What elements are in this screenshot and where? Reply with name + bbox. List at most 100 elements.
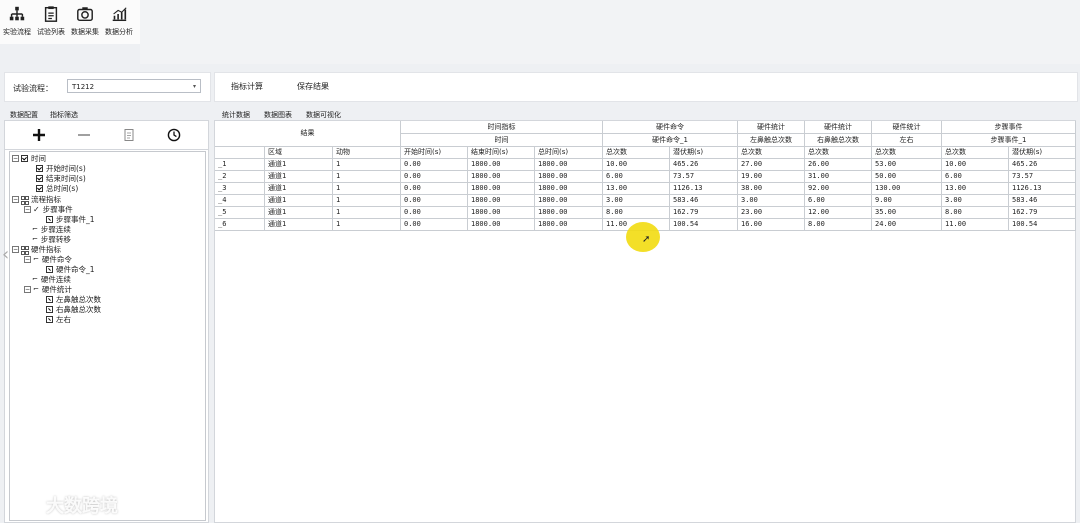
collapse-icon[interactable]: − bbox=[12, 245, 19, 253]
checkbox-icon[interactable] bbox=[36, 164, 43, 172]
table-cell: 6.00 bbox=[603, 171, 670, 183]
table-cell: 10.00 bbox=[942, 159, 1009, 171]
table-header-cell: 时间指标 bbox=[401, 121, 603, 134]
checkbox-icon[interactable] bbox=[21, 154, 28, 162]
main-toolbar: 实验流程 试验列表 数据采集 数据分析 bbox=[0, 0, 140, 44]
watermark: 大数跨境 bbox=[10, 492, 118, 518]
trial-list-button[interactable]: 试验列表 bbox=[34, 0, 68, 44]
table-cell: _4 bbox=[215, 195, 265, 207]
tree-node[interactable]: − ⌐ 硬件命令 bbox=[24, 254, 72, 264]
checkbox-icon[interactable] bbox=[36, 184, 43, 192]
flow-label: 试验流程： bbox=[13, 84, 53, 93]
table-header-cell: 硬件统计 bbox=[805, 121, 872, 134]
collapse-icon[interactable]: − bbox=[24, 285, 31, 293]
column-header: 总次数 bbox=[805, 147, 872, 159]
column-header bbox=[215, 147, 265, 159]
table-cell: _6 bbox=[215, 219, 265, 231]
metric-tree: − 时间 开始时间(s) 结束时间(s) 总时间(s) − 流程指标 − ✓ 步骤事件 … bbox=[9, 151, 206, 521]
collapse-panel-icon[interactable]: ‹ bbox=[2, 244, 9, 265]
table-header-cell: 步骤事件 bbox=[942, 121, 1076, 134]
table-cell: 0.00 bbox=[401, 171, 468, 183]
table-header-cell: 左鼻触总次数 bbox=[738, 134, 805, 147]
table-cell: 1 bbox=[333, 171, 401, 183]
calculate-metrics-button[interactable]: 指标计算 bbox=[231, 81, 263, 92]
table-cell: _3 bbox=[215, 183, 265, 195]
metric-checkbox-icon[interactable] bbox=[46, 315, 53, 323]
clock-icon[interactable] bbox=[165, 126, 183, 144]
flow-select[interactable]: T1212 ▾ bbox=[67, 79, 201, 93]
tree-node[interactable]: 步骤事件_1 bbox=[46, 214, 95, 224]
tree-node[interactable]: − 时间 bbox=[12, 153, 46, 163]
table-cell: 通道1 bbox=[265, 219, 333, 231]
tree-node[interactable]: − ✓ 步骤事件 bbox=[24, 204, 73, 214]
table-cell: 8.00 bbox=[603, 207, 670, 219]
tree-node[interactable]: ⌐ 硬件连续 bbox=[32, 274, 71, 284]
toolbar-label: 试验列表 bbox=[37, 28, 65, 36]
metric-checkbox-icon[interactable] bbox=[46, 295, 53, 303]
chevron-down-icon[interactable]: ▾ bbox=[193, 80, 196, 94]
tree-node[interactable]: 总时间(s) bbox=[36, 183, 78, 193]
tree-node[interactable]: 开始时间(s) bbox=[36, 163, 86, 173]
remove-icon[interactable] bbox=[75, 126, 93, 144]
collapse-icon[interactable]: − bbox=[12, 154, 19, 162]
table-cell: 73.57 bbox=[1009, 171, 1076, 183]
table-cell: 1800.00 bbox=[468, 183, 535, 195]
column-header: 开始时间(s) bbox=[401, 147, 468, 159]
data-analysis-button[interactable]: 数据分析 bbox=[102, 0, 136, 44]
table-cell: 1126.13 bbox=[670, 183, 738, 195]
tree-node[interactable]: 结束时间(s) bbox=[36, 173, 86, 183]
tree-node[interactable]: − ⌐ 硬件统计 bbox=[24, 284, 72, 294]
column-header: 潜伏期(s) bbox=[1009, 147, 1076, 159]
table-cell: 1 bbox=[333, 219, 401, 231]
table-cell: 53.00 bbox=[872, 159, 942, 171]
tree-node[interactable]: 左鼻触总次数 bbox=[46, 294, 101, 304]
table-cell: 92.00 bbox=[805, 183, 872, 195]
tree-node[interactable]: − 硬件指标 bbox=[12, 244, 61, 255]
table-cell: 16.00 bbox=[738, 219, 805, 231]
table-cell: 0.00 bbox=[401, 159, 468, 171]
table-cell: 通道1 bbox=[265, 207, 333, 219]
metric-checkbox-icon[interactable] bbox=[46, 305, 53, 313]
table-cell: 1800.00 bbox=[535, 219, 603, 231]
tree-node[interactable]: 右鼻触总次数 bbox=[46, 304, 101, 314]
column-header: 结束时间(s) bbox=[468, 147, 535, 159]
collapse-icon[interactable]: − bbox=[24, 205, 31, 213]
data-collection-button[interactable]: 数据采集 bbox=[68, 0, 102, 44]
table-cell: 3.00 bbox=[603, 195, 670, 207]
watermark-text: 大数跨境 bbox=[46, 496, 118, 517]
table-header-cell: 硬件命令_1 bbox=[603, 134, 738, 147]
add-icon[interactable] bbox=[30, 126, 48, 144]
table-cell: 8.00 bbox=[805, 219, 872, 231]
collapse-icon[interactable]: − bbox=[12, 195, 19, 203]
table-cell: 1800.00 bbox=[468, 195, 535, 207]
table-cell: 1126.13 bbox=[1009, 183, 1076, 195]
tree-node[interactable]: ⌐ 步骤连续 bbox=[32, 224, 71, 234]
column-header: 动物 bbox=[333, 147, 401, 159]
tree-node[interactable]: − 流程指标 bbox=[12, 194, 61, 205]
column-header: 总时间(s) bbox=[535, 147, 603, 159]
table-cell: 24.00 bbox=[872, 219, 942, 231]
tree-node[interactable]: 左右 bbox=[46, 314, 71, 324]
table-header-cell: 硬件统计 bbox=[738, 121, 805, 134]
table-header-cell: 硬件命令 bbox=[603, 121, 738, 134]
save-results-button[interactable]: 保存结果 bbox=[297, 81, 329, 92]
collapse-icon[interactable]: − bbox=[24, 255, 31, 263]
table-cell: 31.00 bbox=[805, 171, 872, 183]
metric-checkbox-icon[interactable] bbox=[46, 265, 53, 273]
document-icon[interactable] bbox=[120, 126, 138, 144]
table-cell: 0.00 bbox=[401, 183, 468, 195]
table-cell: 通道1 bbox=[265, 195, 333, 207]
experiment-flow-button[interactable]: 实验流程 bbox=[0, 0, 34, 44]
table-cell: 100.54 bbox=[670, 219, 738, 231]
checkbox-icon[interactable] bbox=[36, 174, 43, 182]
flowchart-icon bbox=[9, 6, 25, 21]
toolbar-label: 数据采集 bbox=[71, 28, 99, 36]
metric-checkbox-icon[interactable] bbox=[46, 215, 53, 223]
tree-node[interactable]: ⌐ 步骤转移 bbox=[32, 234, 71, 244]
table-cell: 1 bbox=[333, 159, 401, 171]
tree-node[interactable]: 硬件命令_1 bbox=[46, 264, 95, 274]
checkmark-icon: ✓ bbox=[33, 204, 40, 214]
table-cell: 0.00 bbox=[401, 195, 468, 207]
watermark-logo-icon bbox=[10, 494, 40, 516]
flag-icon: ⌐ bbox=[32, 225, 38, 233]
